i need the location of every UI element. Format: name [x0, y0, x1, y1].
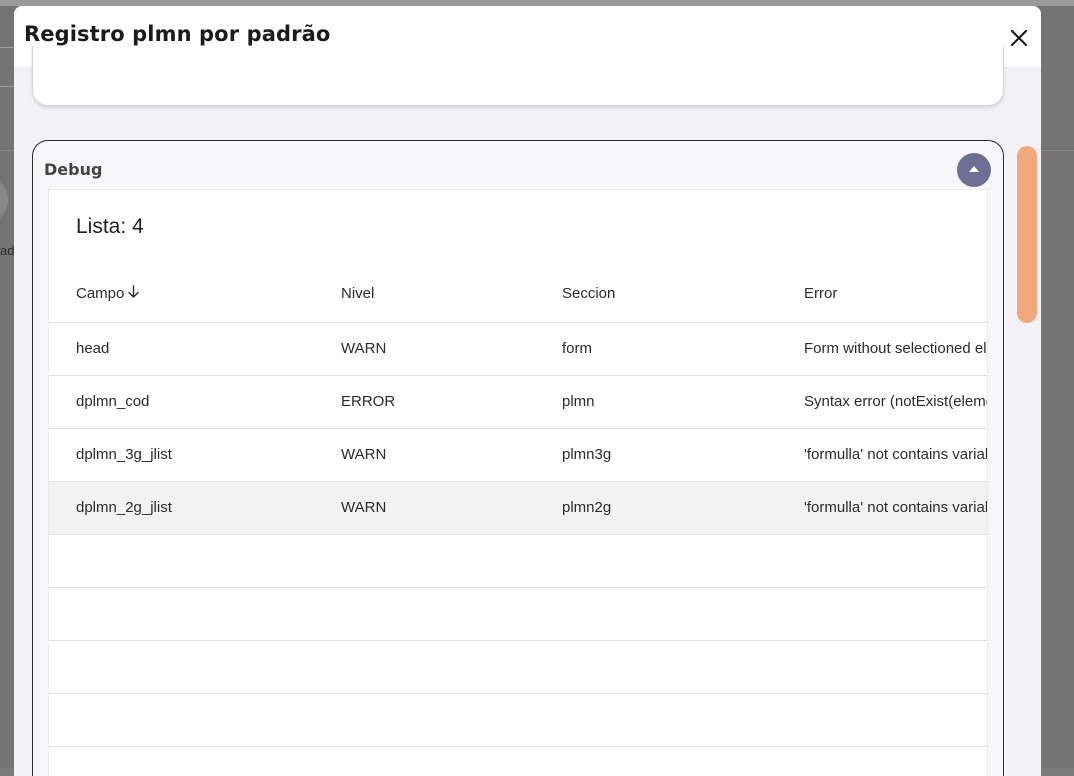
column-header-nivel[interactable]: Nivel — [341, 285, 374, 302]
list-count: Lista: 4 — [76, 215, 144, 239]
descending-arrow-icon — [127, 285, 140, 303]
empty-table-row — [49, 588, 987, 641]
background-divider — [0, 47, 14, 48]
empty-table-row — [49, 747, 987, 776]
empty-table-row — [49, 641, 987, 694]
cell-seccion: plmn3g — [562, 446, 612, 463]
column-header-seccion[interactable]: Seccion — [562, 285, 615, 302]
cell-seccion: plmn — [562, 393, 595, 410]
debug-table-panel: Lista: 4 Campo Nivel Seccion Error head … — [48, 189, 988, 776]
column-header-error[interactable]: Error — [804, 285, 837, 302]
cell-error: Syntax error (notExist(element)) — [804, 393, 987, 410]
cell-error: 'formulla' not contains variables — [804, 499, 987, 516]
list-count-value: 4 — [132, 215, 144, 238]
table-row[interactable]: dplmn_2g_jlist WARN plmn2g 'formulla' no… — [49, 482, 987, 535]
cell-nivel: WARN — [341, 499, 387, 516]
empty-table-row — [49, 694, 987, 747]
cell-nivel: WARN — [341, 446, 387, 463]
debug-section: Debug Lista: 4 Campo Nivel Seccion Error… — [32, 140, 1004, 776]
column-header-campo[interactable]: Campo — [76, 285, 140, 303]
cell-campo: dplmn_3g_jlist — [76, 446, 172, 463]
cell-nivel: WARN — [341, 340, 387, 357]
modal-title: Registro plmn por padrão — [24, 22, 331, 46]
table-row[interactable]: dplmn_3g_jlist WARN plmn3g 'formulla' no… — [49, 429, 987, 482]
list-count-label: Lista: — [76, 215, 127, 238]
close-button[interactable] — [1007, 26, 1031, 50]
cell-seccion: form — [562, 340, 592, 357]
caret-up-icon — [969, 166, 979, 172]
background-avatar — [0, 180, 8, 220]
empty-table-row — [49, 535, 987, 588]
cell-error: Form without selectioned elements — [804, 340, 987, 357]
cell-campo: dplmn_cod — [76, 393, 150, 410]
cell-campo: head — [76, 340, 110, 357]
background-divider — [0, 86, 14, 87]
background-divider — [0, 150, 14, 151]
scrollbar-thumb[interactable] — [1017, 146, 1037, 323]
table-header: Campo Nivel Seccion Error — [49, 265, 987, 323]
collapse-button[interactable] — [957, 153, 991, 187]
debug-section-title: Debug — [44, 160, 103, 179]
collapsed-section-card — [32, 46, 1004, 106]
table-body: head WARN form Form without selectioned … — [49, 323, 987, 776]
modal-dialog: Registro plmn por padrão Debug Lista: 4 … — [14, 6, 1041, 776]
cell-nivel: ERROR — [341, 393, 396, 410]
cell-campo: dplmn_2g_jlist — [76, 499, 172, 516]
cell-seccion: plmn2g — [562, 499, 612, 516]
cell-error: 'formulla' not contains variables — [804, 446, 987, 463]
table-row[interactable]: head WARN form Form without selectioned … — [49, 323, 987, 376]
table-row[interactable]: dplmn_cod ERROR plmn Syntax error (notEx… — [49, 376, 987, 429]
background-text: ad — [0, 243, 15, 258]
column-header-label: Campo — [76, 285, 125, 302]
background-divider — [1041, 150, 1074, 151]
close-icon — [1010, 29, 1028, 47]
